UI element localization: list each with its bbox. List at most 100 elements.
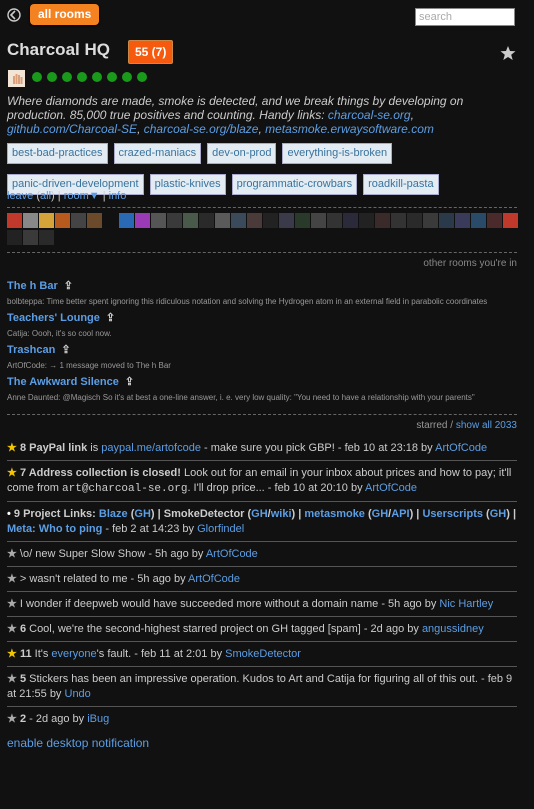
user-avatar[interactable] — [439, 213, 454, 228]
star-icon[interactable]: ★ — [7, 713, 17, 725]
user-avatar[interactable] — [7, 213, 22, 228]
user-avatar[interactable] — [7, 230, 22, 245]
back-arrow-icon[interactable] — [7, 8, 21, 22]
room-tag[interactable]: dev-on-prod — [207, 143, 277, 164]
upload-icon[interactable]: ⇪ — [61, 342, 70, 358]
room-tag[interactable]: plastic-knives — [149, 174, 226, 195]
user-avatar[interactable] — [23, 213, 38, 228]
info-link[interactable]: info — [109, 190, 127, 202]
star-count-badge[interactable]: 55 (7) — [128, 40, 174, 64]
starred-message[interactable]: • 9 Project Links: Blaze (GH) | SmokeDet… — [7, 501, 517, 541]
starred-message[interactable]: ★ 8 PayPal link is paypal.me/artofcode -… — [7, 436, 517, 460]
starred-message[interactable]: ★ 2 - 2d ago by iBug — [7, 706, 517, 731]
room-name[interactable]: The Awkward Silence — [7, 376, 119, 388]
user-avatar[interactable] — [151, 213, 166, 228]
starred-message[interactable]: ★ 7 Address collection is closed! Look o… — [7, 460, 517, 501]
starred-message[interactable]: ★ \o/ new Super Slow Show - 5h ago by Ar… — [7, 541, 517, 566]
room-tag[interactable]: best-bad-practices — [7, 143, 108, 164]
user-avatar[interactable] — [199, 213, 214, 228]
starred-message[interactable]: ★ 11 It's everyone's fault. - feb 11 at … — [7, 641, 517, 666]
desc-link[interactable]: metasmoke.erwaysoftware.com — [265, 122, 434, 136]
online-dot[interactable] — [92, 72, 102, 82]
user-avatar[interactable] — [359, 213, 374, 228]
star-icon[interactable]: ★ — [7, 442, 17, 454]
room-tag[interactable]: everything-is-broken — [282, 143, 393, 164]
user-avatar[interactable] — [343, 213, 358, 228]
room-tag[interactable]: programmatic-crowbars — [231, 174, 358, 195]
search-input[interactable] — [415, 8, 515, 26]
leave-link[interactable]: leave — [7, 190, 33, 202]
desc-link[interactable]: charcoal-se.org — [328, 108, 411, 122]
room-description: Where diamonds are made, smoke is detect… — [7, 94, 464, 136]
desc-link[interactable]: charcoal-se.org/blaze — [144, 122, 259, 136]
user-avatar[interactable] — [87, 213, 102, 228]
all-rooms-button[interactable]: all rooms — [30, 4, 100, 25]
user-avatar[interactable] — [215, 213, 230, 228]
star-icon[interactable]: • — [7, 508, 11, 520]
user-avatar[interactable] — [455, 213, 470, 228]
user-avatar[interactable] — [167, 213, 182, 228]
user-avatar[interactable] — [407, 213, 422, 228]
star-icon[interactable]: ★ — [7, 673, 17, 685]
user-avatar[interactable] — [279, 213, 294, 228]
room-owner-avatar[interactable] — [8, 70, 25, 87]
starred-message[interactable]: ★ I wonder if deepweb would have succeed… — [7, 591, 517, 616]
star-icon[interactable]: ★ — [7, 623, 17, 635]
show-all-starred-link[interactable]: show all 2033 — [456, 420, 517, 431]
user-avatar[interactable] — [423, 213, 438, 228]
user-avatar[interactable] — [39, 213, 54, 228]
online-dot[interactable] — [32, 72, 42, 82]
user-avatar[interactable] — [503, 213, 518, 228]
star-icon[interactable]: ★ — [7, 598, 17, 610]
upload-icon[interactable]: ⇪ — [125, 374, 134, 390]
star-icon[interactable]: ★ — [7, 648, 17, 660]
user-avatar[interactable] — [295, 213, 310, 228]
user-avatar[interactable] — [231, 213, 246, 228]
online-dot[interactable] — [122, 72, 132, 82]
upload-icon[interactable]: ⇪ — [64, 278, 73, 294]
room-menu-link[interactable]: room▼ — [64, 190, 100, 202]
user-avatar[interactable] — [55, 213, 70, 228]
room-tag[interactable]: crazed-maniacs — [113, 143, 202, 164]
room-last-message: Anne Daunted: @Magisch So it's at best a… — [7, 393, 475, 402]
user-avatar[interactable] — [487, 213, 502, 228]
user-avatar[interactable] — [39, 230, 54, 245]
user-avatar[interactable] — [263, 213, 278, 228]
user-avatar[interactable] — [471, 213, 486, 228]
desc-link[interactable]: github.com/Charcoal-SE — [7, 122, 137, 136]
room-name[interactable]: Trashcan — [7, 344, 55, 356]
online-dot[interactable] — [47, 72, 57, 82]
user-avatar[interactable] — [23, 230, 38, 245]
online-dot[interactable] — [137, 72, 147, 82]
online-dot[interactable] — [77, 72, 87, 82]
starred-message[interactable]: ★ 6 Cool, we're the second-highest starr… — [7, 616, 517, 641]
starred-message[interactable]: ★ > wasn't related to me - 5h ago by Art… — [7, 566, 517, 591]
user-avatar[interactable] — [247, 213, 262, 228]
room-name[interactable]: The h Bar — [7, 280, 58, 292]
room-tag[interactable]: roadkill-pasta — [363, 174, 439, 195]
room-name-link[interactable]: Trashcan ⇪ — [7, 342, 517, 358]
leave-all-link[interactable]: all — [40, 190, 51, 202]
user-avatar[interactable] — [327, 213, 342, 228]
room-name-link[interactable]: The Awkward Silence ⇪ — [7, 374, 517, 390]
enable-notifications-link[interactable]: enable desktop notification — [7, 736, 149, 750]
star-icon[interactable]: ★ — [7, 548, 17, 560]
user-avatar[interactable] — [183, 213, 198, 228]
star-icon[interactable]: ★ — [7, 467, 17, 479]
room-name-link[interactable]: Teachers' Lounge ⇪ — [7, 310, 517, 326]
other-rooms-label: other rooms you're in — [423, 258, 517, 269]
upload-icon[interactable]: ⇪ — [106, 310, 115, 326]
star-room-icon[interactable] — [500, 45, 516, 61]
online-dot[interactable] — [62, 72, 72, 82]
user-avatar[interactable] — [71, 213, 86, 228]
room-name-link[interactable]: The h Bar ⇪ — [7, 278, 517, 294]
user-avatar[interactable] — [391, 213, 406, 228]
online-dot[interactable] — [107, 72, 117, 82]
user-avatar[interactable] — [119, 213, 134, 228]
room-name[interactable]: Teachers' Lounge — [7, 312, 100, 324]
star-icon[interactable]: ★ — [7, 573, 17, 585]
user-avatar[interactable] — [311, 213, 326, 228]
user-avatar[interactable] — [135, 213, 150, 228]
starred-message[interactable]: ★ 5 Stickers has been an impressive oper… — [7, 666, 517, 706]
user-avatar[interactable] — [375, 213, 390, 228]
